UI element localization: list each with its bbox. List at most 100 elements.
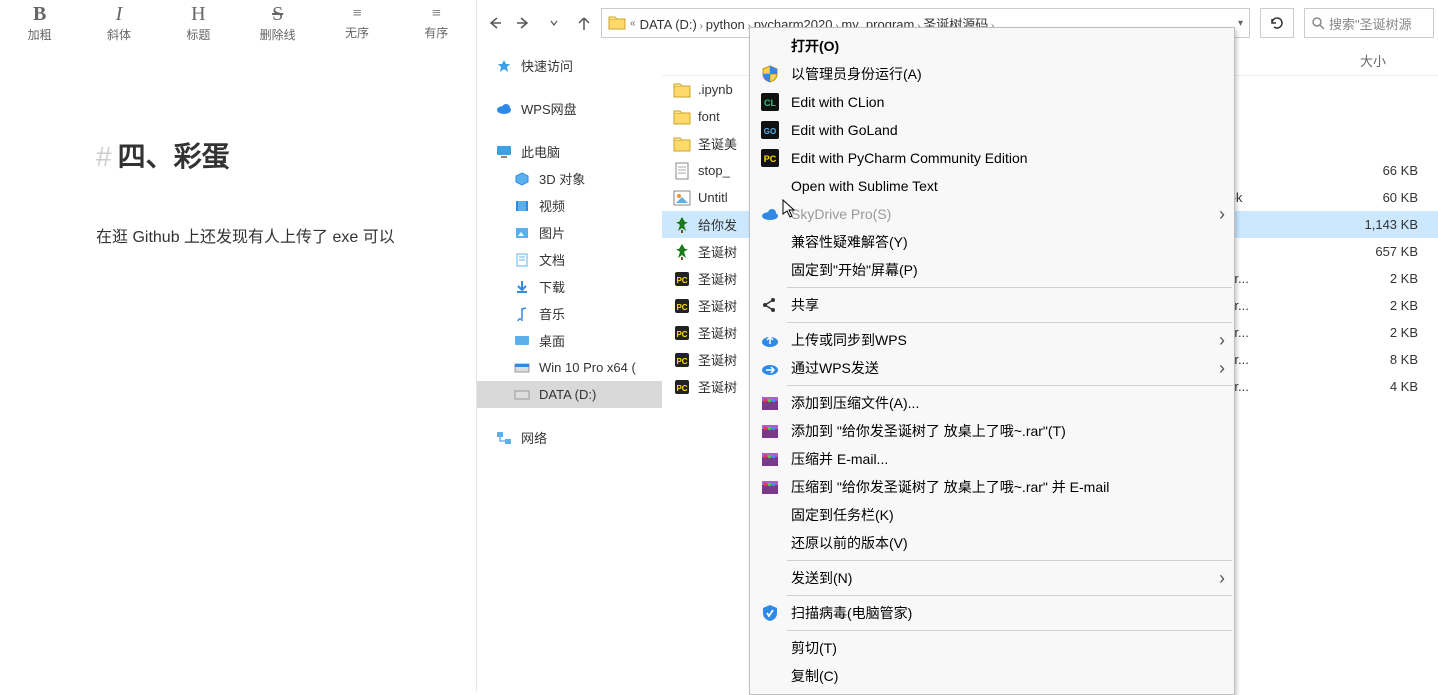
rar-icon (759, 476, 781, 498)
svg-text:CL: CL (764, 98, 776, 108)
svg-text:PC: PC (676, 276, 687, 285)
nav-documents[interactable]: 文档 (477, 246, 662, 273)
file-size: 4 KB (1308, 379, 1438, 394)
menu-item[interactable]: PCEdit with PyCharm Community Edition (751, 144, 1233, 172)
music-icon (513, 305, 531, 323)
forward-button[interactable] (511, 10, 537, 36)
file-size: 2 KB (1308, 298, 1438, 313)
nav-pictures[interactable]: 图片 (477, 219, 662, 246)
menu-item: SkyDrive Pro(S)› (751, 200, 1233, 228)
menu-item[interactable]: 复制(C) (751, 662, 1233, 690)
search-box[interactable]: 搜索"圣诞树源 (1304, 8, 1434, 38)
back-button[interactable] (481, 10, 507, 36)
breadcrumb[interactable]: DATA (D:) (640, 17, 697, 32)
menu-item[interactable]: 以管理员身份运行(A) (751, 60, 1233, 88)
menu-item[interactable]: 发送到(N)› (751, 564, 1233, 592)
menu-item[interactable]: 添加到压缩文件(A)... (751, 389, 1233, 417)
ul-button[interactable]: ≡ 无序 (317, 0, 396, 47)
menu-item[interactable]: 压缩到 "给你发圣诞树了 放桌上了哦~.rar" 并 E-mail (751, 473, 1233, 501)
menu-item[interactable]: 添加到 "给你发圣诞树了 放桌上了哦~.rar"(T) (751, 417, 1233, 445)
svg-text:PC: PC (676, 303, 687, 312)
file-icon (672, 134, 692, 154)
svg-text:GO: GO (764, 127, 776, 136)
file-size: 2 KB (1308, 325, 1438, 340)
nav-data-d[interactable]: DATA (D:) (477, 381, 662, 408)
nav-this-pc[interactable]: 此电脑 (477, 138, 662, 165)
doc-paragraph[interactable]: 在逛 Github 上还发现有人上传了 exe 可以 (96, 223, 456, 247)
breadcrumb[interactable]: python (706, 17, 745, 32)
bold-button[interactable]: B 加粗 (0, 0, 79, 47)
pc-icon: PC (759, 147, 781, 169)
menu-separator (787, 595, 1232, 596)
doc-heading[interactable]: #四、彩蛋 (96, 135, 456, 175)
menu-item[interactable]: 上传或同步到WPS› (751, 326, 1233, 354)
menu-item[interactable]: 通过WPS发送› (751, 354, 1233, 382)
cl-icon: CL (759, 91, 781, 113)
nav-3d-objects[interactable]: 3D 对象 (477, 165, 662, 192)
menu-item[interactable]: CL Edit with CLion (751, 88, 1233, 116)
ul-label: 无序 (345, 24, 369, 41)
menu-item-label: Edit with CLion (791, 94, 1225, 110)
menu-item-label: Edit with GoLand (791, 122, 1225, 138)
nav-network[interactable]: 网络 (477, 424, 662, 451)
menu-item[interactable]: 剪切(T) (751, 634, 1233, 662)
file-size: 2 KB (1308, 271, 1438, 286)
menu-separator (787, 560, 1232, 561)
menu-item[interactable]: 兼容性疑难解答(Y) (751, 228, 1233, 256)
italic-icon: I (116, 4, 123, 24)
menu-item[interactable]: 打开(O) (751, 32, 1233, 60)
menu-item[interactable]: 扫描病毒(电脑管家) (751, 599, 1233, 627)
context-menu: 打开(O) 以管理员身份运行(A) CL Edit with CLion GO Edit … (749, 27, 1235, 695)
drive-icon (513, 359, 531, 377)
menu-item-label: 添加到 "给你发圣诞树了 放桌上了哦~.rar"(T) (791, 421, 1225, 441)
search-placeholder: 搜索"圣诞树源 (1329, 14, 1412, 33)
image-icon (513, 224, 531, 242)
menu-item-label: 固定到"开始"屏幕(P) (791, 260, 1225, 280)
menu-item[interactable]: 还原以前的版本(V) (751, 529, 1233, 557)
ul-icon: ≡ (352, 6, 361, 22)
blank-icon (759, 231, 781, 253)
menu-item-label: 发送到(N) (791, 568, 1219, 588)
chevron-right-icon: › (697, 21, 706, 32)
nav-quick-access[interactable]: 快速访问 (477, 52, 662, 79)
nav-downloads[interactable]: 下载 (477, 273, 662, 300)
history-dropdown[interactable] (541, 10, 567, 36)
rar-icon (759, 448, 781, 470)
nav-music[interactable]: 音乐 (477, 300, 662, 327)
menu-separator (787, 630, 1232, 631)
chevron-down-icon[interactable]: ▾ (1238, 18, 1243, 29)
editor-area: #四、彩蛋 在逛 Github 上还发现有人上传了 exe 可以 (0, 47, 476, 692)
menu-item-label: 以管理员身份运行(A) (791, 64, 1225, 84)
menu-item-label: Open with Sublime Text (791, 178, 1225, 194)
nav-desktop[interactable]: 桌面 (477, 327, 662, 354)
menu-item-label: 共享 (791, 295, 1225, 315)
strike-button[interactable]: S 删除线 (238, 0, 317, 47)
blank-icon (759, 665, 781, 687)
file-icon (672, 80, 692, 100)
menu-item[interactable]: GO Edit with GoLand (751, 116, 1233, 144)
folder-icon (608, 14, 626, 32)
rar-icon (759, 392, 781, 414)
italic-button[interactable]: I 斜体 (79, 0, 158, 47)
search-icon (1311, 16, 1325, 30)
menu-item[interactable]: 固定到"开始"屏幕(P) (751, 256, 1233, 284)
chevron-right-icon: « (630, 18, 636, 29)
menu-item-label: 压缩并 E-mail... (791, 449, 1225, 469)
menu-item[interactable]: 压缩并 E-mail... (751, 445, 1233, 473)
nav-wps-cloud[interactable]: WPS网盘 (477, 95, 662, 122)
ol-button[interactable]: ≡ 有序 (397, 0, 476, 47)
heading-button[interactable]: H 标题 (159, 0, 238, 47)
refresh-button[interactable] (1260, 8, 1294, 38)
heading-label: 标题 (186, 26, 210, 43)
nav-videos[interactable]: 视频 (477, 192, 662, 219)
menu-item[interactable]: Open with Sublime Text (751, 172, 1233, 200)
menu-item[interactable]: 共享 (751, 291, 1233, 319)
file-icon: PC (672, 377, 692, 397)
menu-item[interactable]: 固定到任务栏(K) (751, 501, 1233, 529)
file-icon: PC (672, 269, 692, 289)
nav-win10[interactable]: Win 10 Pro x64 ( (477, 354, 662, 381)
up-button[interactable] (571, 10, 597, 36)
chevron-right-icon: › (1219, 358, 1225, 379)
col-header-size[interactable]: 大小 (1308, 51, 1438, 70)
file-size: 66 KB (1308, 163, 1438, 178)
